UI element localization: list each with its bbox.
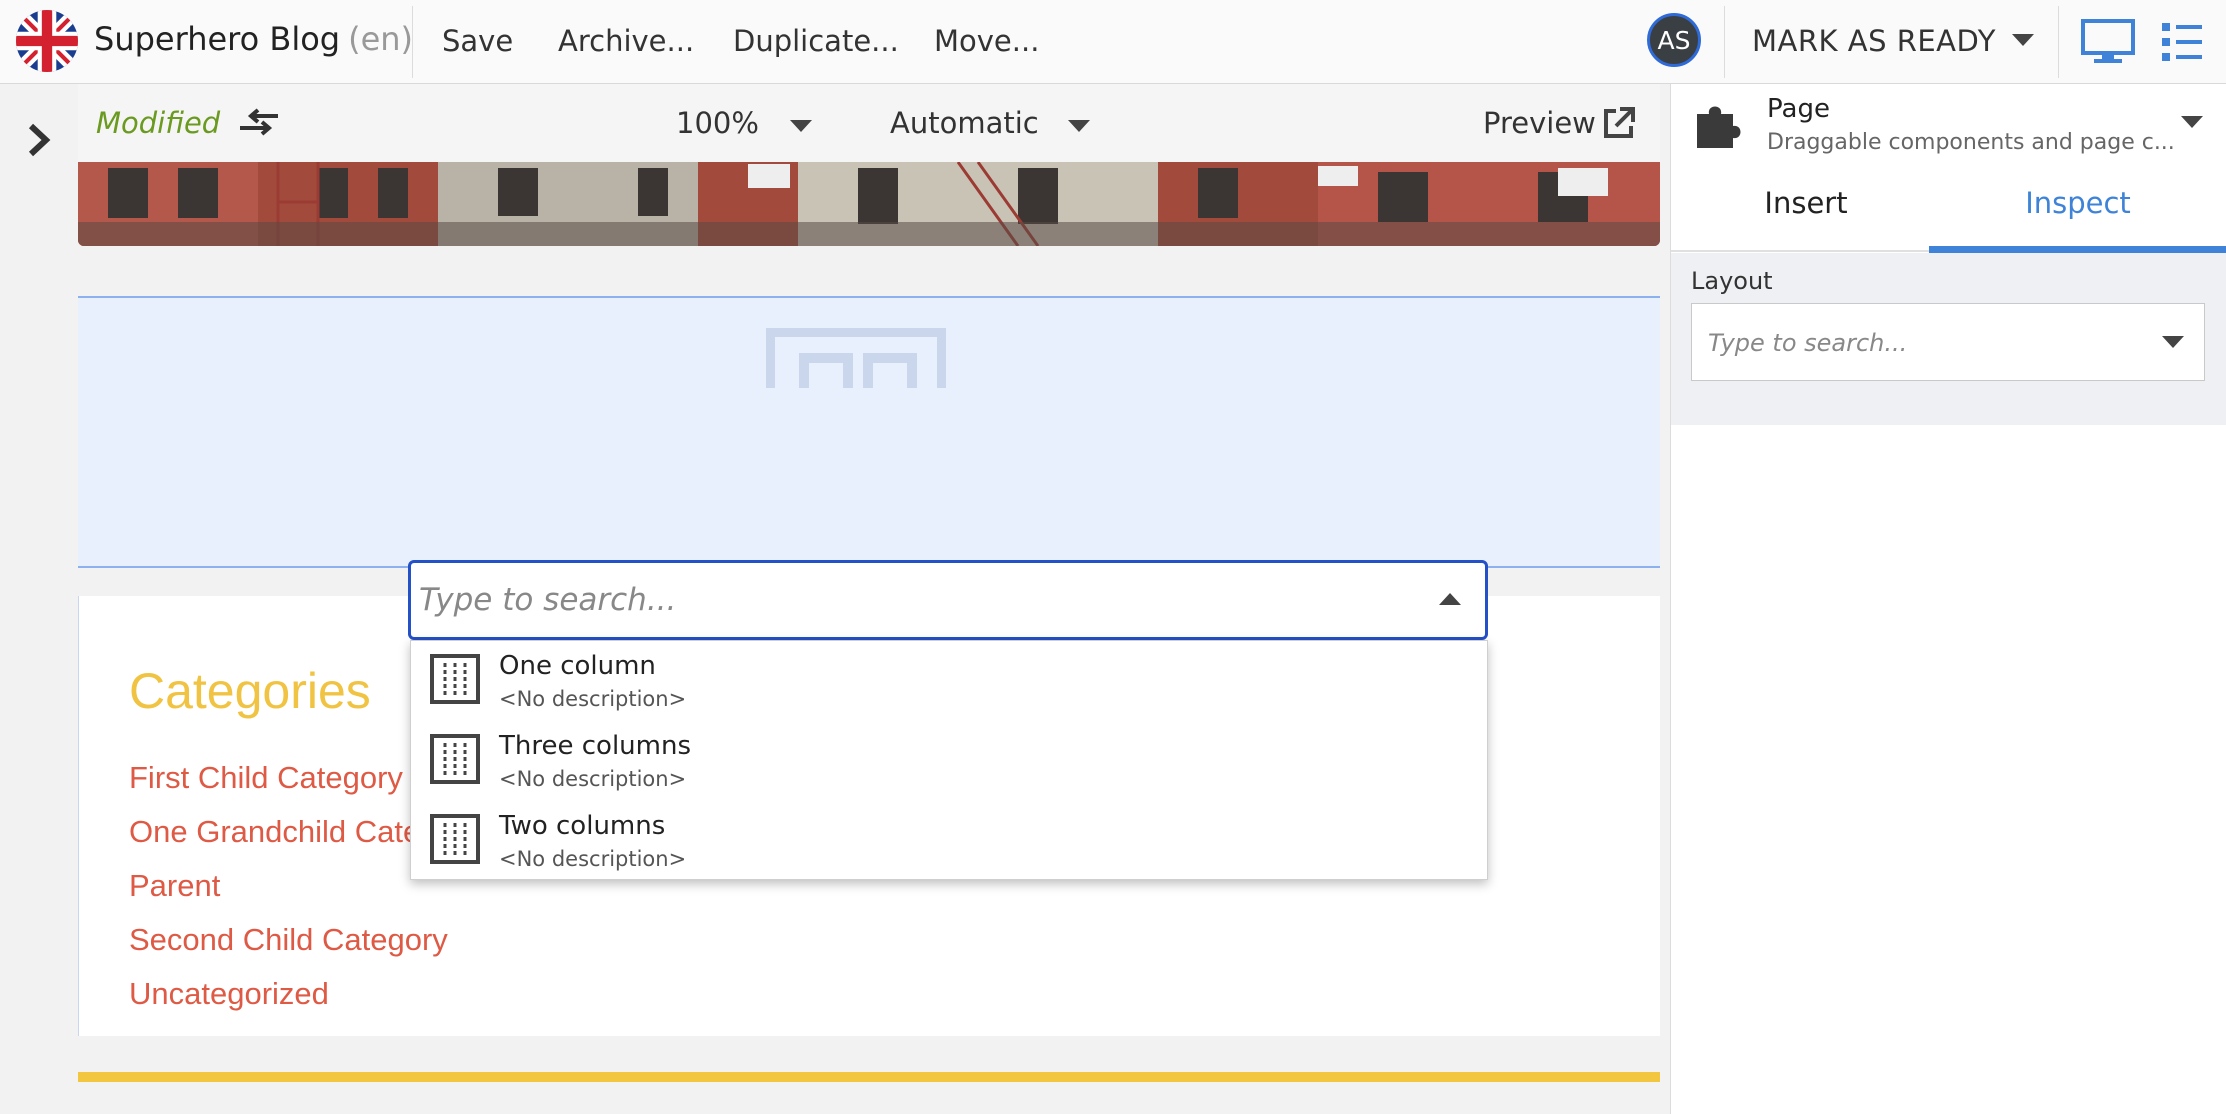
layout-select[interactable]	[1691, 303, 2205, 381]
layout-option-description: <No description>	[499, 847, 687, 871]
save-button[interactable]: Save	[442, 24, 513, 58]
layout-placeholder-icon	[765, 327, 947, 423]
inspector-panel: Page Draggable components and page c... …	[1670, 84, 2226, 1114]
uk-flag-icon	[16, 10, 78, 72]
active-tab-indicator	[1929, 246, 2226, 253]
caret-down-icon[interactable]	[2179, 114, 2205, 134]
external-link-icon[interactable]	[1602, 106, 1636, 144]
status-label: Modified	[96, 106, 221, 140]
preview-button[interactable]: Preview	[1483, 106, 1596, 140]
site-title: Superhero Blog (en)	[94, 20, 414, 58]
caret-down-icon[interactable]	[788, 118, 814, 138]
desktop-view-icon[interactable]	[2080, 18, 2136, 68]
hero-image	[78, 162, 1660, 246]
chevron-right-icon[interactable]	[26, 122, 52, 162]
tab-inspect[interactable]: Inspect	[1943, 186, 2213, 220]
inspect-section: Layout	[1671, 253, 2226, 425]
layout-option-title: Three columns	[499, 731, 691, 761]
divider	[412, 6, 413, 78]
layout-select-input[interactable]	[1706, 312, 2150, 374]
site-language: (en)	[348, 20, 414, 58]
layout-columns-icon	[429, 813, 481, 869]
component-title: Page	[1767, 94, 1830, 124]
caret-down-icon[interactable]	[1066, 118, 1092, 138]
archive-button[interactable]: Archive...	[558, 24, 694, 58]
zoom-select[interactable]: 100%	[676, 106, 759, 140]
top-bar: Superhero Blog (en) Save Archive... Dupli…	[0, 0, 2226, 84]
device-select[interactable]: Automatic	[890, 106, 1039, 140]
component-description: Draggable components and page c...	[1767, 130, 2175, 155]
category-link[interactable]: First Child Category	[129, 760, 403, 796]
layout-search-field[interactable]	[408, 560, 1488, 640]
footer-divider	[78, 1072, 1660, 1082]
mark-as-ready-button[interactable]: MARK AS READY	[1752, 24, 1996, 58]
caret-up-icon[interactable]	[1437, 591, 1463, 611]
layout-drop-zone[interactable]	[78, 296, 1660, 568]
caret-down-icon[interactable]	[2160, 334, 2186, 354]
layout-option-description: <No description>	[499, 687, 687, 711]
layout-columns-icon	[429, 733, 481, 789]
layout-option-description: <No description>	[499, 767, 687, 791]
move-button[interactable]: Move...	[934, 24, 1039, 58]
duplicate-button[interactable]: Duplicate...	[733, 24, 899, 58]
layout-option[interactable]: Three columns <No description>	[411, 721, 1487, 801]
categories-heading: Categories	[129, 663, 371, 719]
divider	[1724, 6, 1725, 78]
layout-option[interactable]: Two columns <No description>	[411, 801, 1487, 881]
compare-arrows-icon[interactable]	[236, 108, 282, 142]
layout-columns-icon	[429, 653, 481, 709]
caret-down-icon[interactable]	[2010, 32, 2036, 52]
layout-option[interactable]: One column <No description>	[411, 641, 1487, 721]
left-rail	[0, 84, 78, 1114]
user-avatar[interactable]: AS	[1647, 13, 1701, 67]
category-link[interactable]: Second Child Category	[129, 922, 448, 958]
divider	[2058, 6, 2059, 78]
layout-option-title: Two columns	[499, 811, 666, 841]
category-link[interactable]: Uncategorized	[129, 976, 329, 1012]
category-link[interactable]: Parent	[129, 868, 220, 904]
layout-options-list: One column <No description> Three column…	[410, 640, 1488, 880]
tab-insert[interactable]: Insert	[1671, 186, 1941, 220]
layout-option-title: One column	[499, 651, 656, 681]
puzzle-piece-icon	[1691, 98, 1743, 154]
canvas-toolbar: Modified 100% Automatic Preview	[78, 84, 1660, 162]
layout-search-input[interactable]	[415, 567, 1401, 633]
page-canvas: Categories First Child Category One Gran…	[78, 162, 1660, 1114]
structure-list-icon[interactable]	[2160, 20, 2204, 68]
layout-field-label: Layout	[1691, 267, 1773, 295]
